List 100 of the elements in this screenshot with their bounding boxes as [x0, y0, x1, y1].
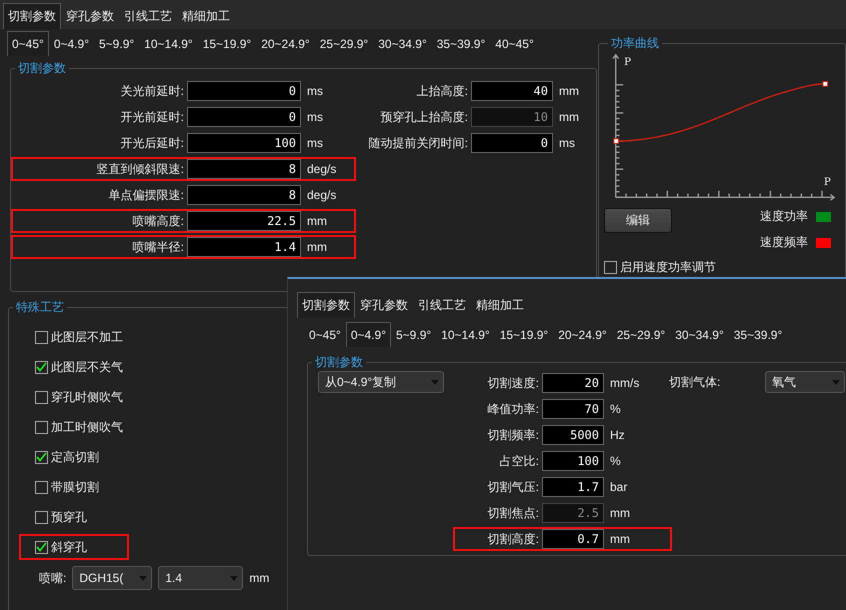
number-field[interactable]: 8: [187, 159, 301, 179]
unit-label: mm: [558, 110, 579, 124]
field-label: 切割高度:: [486, 530, 540, 548]
unit-label: mm: [609, 506, 631, 520]
number-field[interactable]: 0: [187, 81, 301, 101]
angle-tab[interactable]: 0~45°: [304, 322, 346, 347]
field-label: 切割气压:: [486, 478, 540, 496]
checkbox[interactable]: [35, 480, 48, 494]
axis-label: P: [624, 56, 632, 68]
caret-icon: [431, 380, 439, 384]
group-title: 特殊工艺: [15, 299, 65, 316]
field-label: 上抬高度:: [416, 82, 469, 100]
angle-tab[interactable]: 5~9.9°: [391, 322, 436, 347]
checkbox[interactable]: [35, 390, 48, 404]
checkbox[interactable]: [35, 330, 48, 344]
number-field[interactable]: 1.4: [187, 237, 301, 257]
curve-point[interactable]: [822, 81, 828, 87]
field-label: 切割频率:: [486, 426, 540, 444]
caret-icon: [230, 576, 238, 580]
tab[interactable]: 精细加工: [471, 292, 529, 318]
tab[interactable]: 引线工艺: [119, 3, 177, 29]
legend-label: 速度功率: [760, 208, 808, 225]
number-field[interactable]: 5000: [542, 425, 604, 445]
checkbox-label: 斜穿孔: [51, 538, 87, 556]
number-field[interactable]: 8: [187, 185, 301, 205]
number-field[interactable]: 100: [187, 133, 301, 153]
number-field[interactable]: 22.5: [187, 211, 301, 231]
checkbox-label: 启用速度功率调节: [620, 259, 716, 276]
angle-tab[interactable]: 25~29.9°: [612, 322, 670, 347]
checkbox-label: 此图层不关气: [51, 358, 123, 376]
gas-dropdown[interactable]: 氧气: [765, 371, 845, 393]
tab[interactable]: 切割参数: [3, 3, 61, 29]
number-field[interactable]: 1.7: [542, 477, 604, 497]
tab[interactable]: 精细加工: [177, 3, 235, 29]
tab[interactable]: 引线工艺: [413, 292, 471, 318]
checkbox[interactable]: [35, 510, 48, 524]
checkbox-label: 此图层不加工: [51, 328, 123, 346]
number-field[interactable]: 0.7: [542, 529, 604, 549]
angle-tab[interactable]: 35~39.9°: [432, 31, 490, 56]
curve-point[interactable]: [613, 138, 619, 144]
angle-tab[interactable]: 0~4.9°: [346, 322, 391, 347]
checkbox[interactable]: [35, 420, 48, 434]
tab[interactable]: 穿孔参数: [355, 292, 413, 318]
unit-label: %: [609, 454, 622, 468]
angle-tab[interactable]: 10~14.9°: [139, 31, 198, 56]
angle-tab[interactable]: 0~45°: [7, 31, 49, 56]
field-label: 切割速度:: [486, 374, 540, 392]
checkbox[interactable]: [35, 540, 48, 554]
number-field[interactable]: 100: [542, 451, 604, 471]
checkbox-label: 穿孔时侧吹气: [51, 388, 123, 406]
group-title: 切割参数: [17, 60, 67, 77]
number-field[interactable]: 0: [471, 133, 553, 153]
number-field[interactable]: 20: [542, 373, 604, 393]
angle-tab[interactable]: 15~19.9°: [198, 31, 256, 56]
number-field[interactable]: 40: [471, 81, 553, 101]
nozzle-dropdown[interactable]: DGH15(: [72, 566, 152, 590]
field-label: 占空比:: [498, 452, 540, 470]
unit-label: mm/s: [609, 376, 640, 390]
number-field[interactable]: 0: [187, 107, 301, 127]
edit-button[interactable]: 编辑: [604, 208, 672, 233]
checkbox[interactable]: [35, 360, 48, 374]
unit-label: bar: [609, 480, 628, 494]
number-field[interactable]: 70: [542, 399, 604, 419]
angle-tab[interactable]: 35~39.9°: [728, 322, 788, 347]
legend-label: 速度频率: [760, 234, 808, 251]
angle-tab[interactable]: 25~29.9°: [314, 31, 374, 56]
unit-label: %: [609, 402, 622, 416]
checkbox-label: 预穿孔: [51, 508, 87, 526]
size-dropdown[interactable]: 1.4: [158, 566, 244, 590]
field-label: 峰值功率:: [486, 400, 540, 418]
axis-label: P: [824, 176, 831, 188]
angle-tab[interactable]: 15~19.9°: [494, 322, 554, 347]
unit-label: ms: [306, 84, 323, 98]
unit-label: Hz: [609, 428, 626, 442]
caret-icon: [832, 380, 840, 384]
tab[interactable]: 穿孔参数: [61, 3, 119, 29]
unit-label: mm: [558, 84, 579, 98]
angle-tab[interactable]: 20~24.9°: [256, 31, 315, 56]
checkbox[interactable]: [35, 450, 48, 464]
angle-tab[interactable]: 10~14.9°: [436, 322, 495, 347]
checkbox-label: 定高切割: [51, 448, 99, 466]
unit-label: mm: [609, 532, 631, 546]
angle-tab[interactable]: 20~24.9°: [553, 322, 612, 347]
unit-label: ms: [558, 136, 575, 150]
checkbox[interactable]: [604, 261, 617, 274]
angle-tab[interactable]: 30~34.9°: [670, 322, 729, 347]
angle-tab[interactable]: 40~45°: [490, 31, 539, 56]
copy-dropdown[interactable]: 从0~4.9°复制: [318, 371, 444, 393]
unit-label: ms: [306, 110, 323, 124]
angle-tab[interactable]: 30~34.9°: [373, 31, 432, 56]
angle-tab[interactable]: 5~9.9°: [94, 31, 140, 56]
tab[interactable]: 切割参数: [297, 292, 355, 318]
nozzle-label: 喷嘴:: [39, 570, 66, 586]
angle-tab[interactable]: 0~4.9°: [48, 31, 94, 56]
field-label: 切割焦点:: [486, 504, 540, 522]
field-label: 竖直到倾斜限速:: [96, 160, 185, 178]
field-label: 开光后延时:: [120, 134, 185, 152]
field-label: 预穿孔上抬高度:: [380, 108, 469, 126]
unit-label: deg/s: [306, 188, 336, 202]
unit-label: mm: [306, 240, 327, 254]
